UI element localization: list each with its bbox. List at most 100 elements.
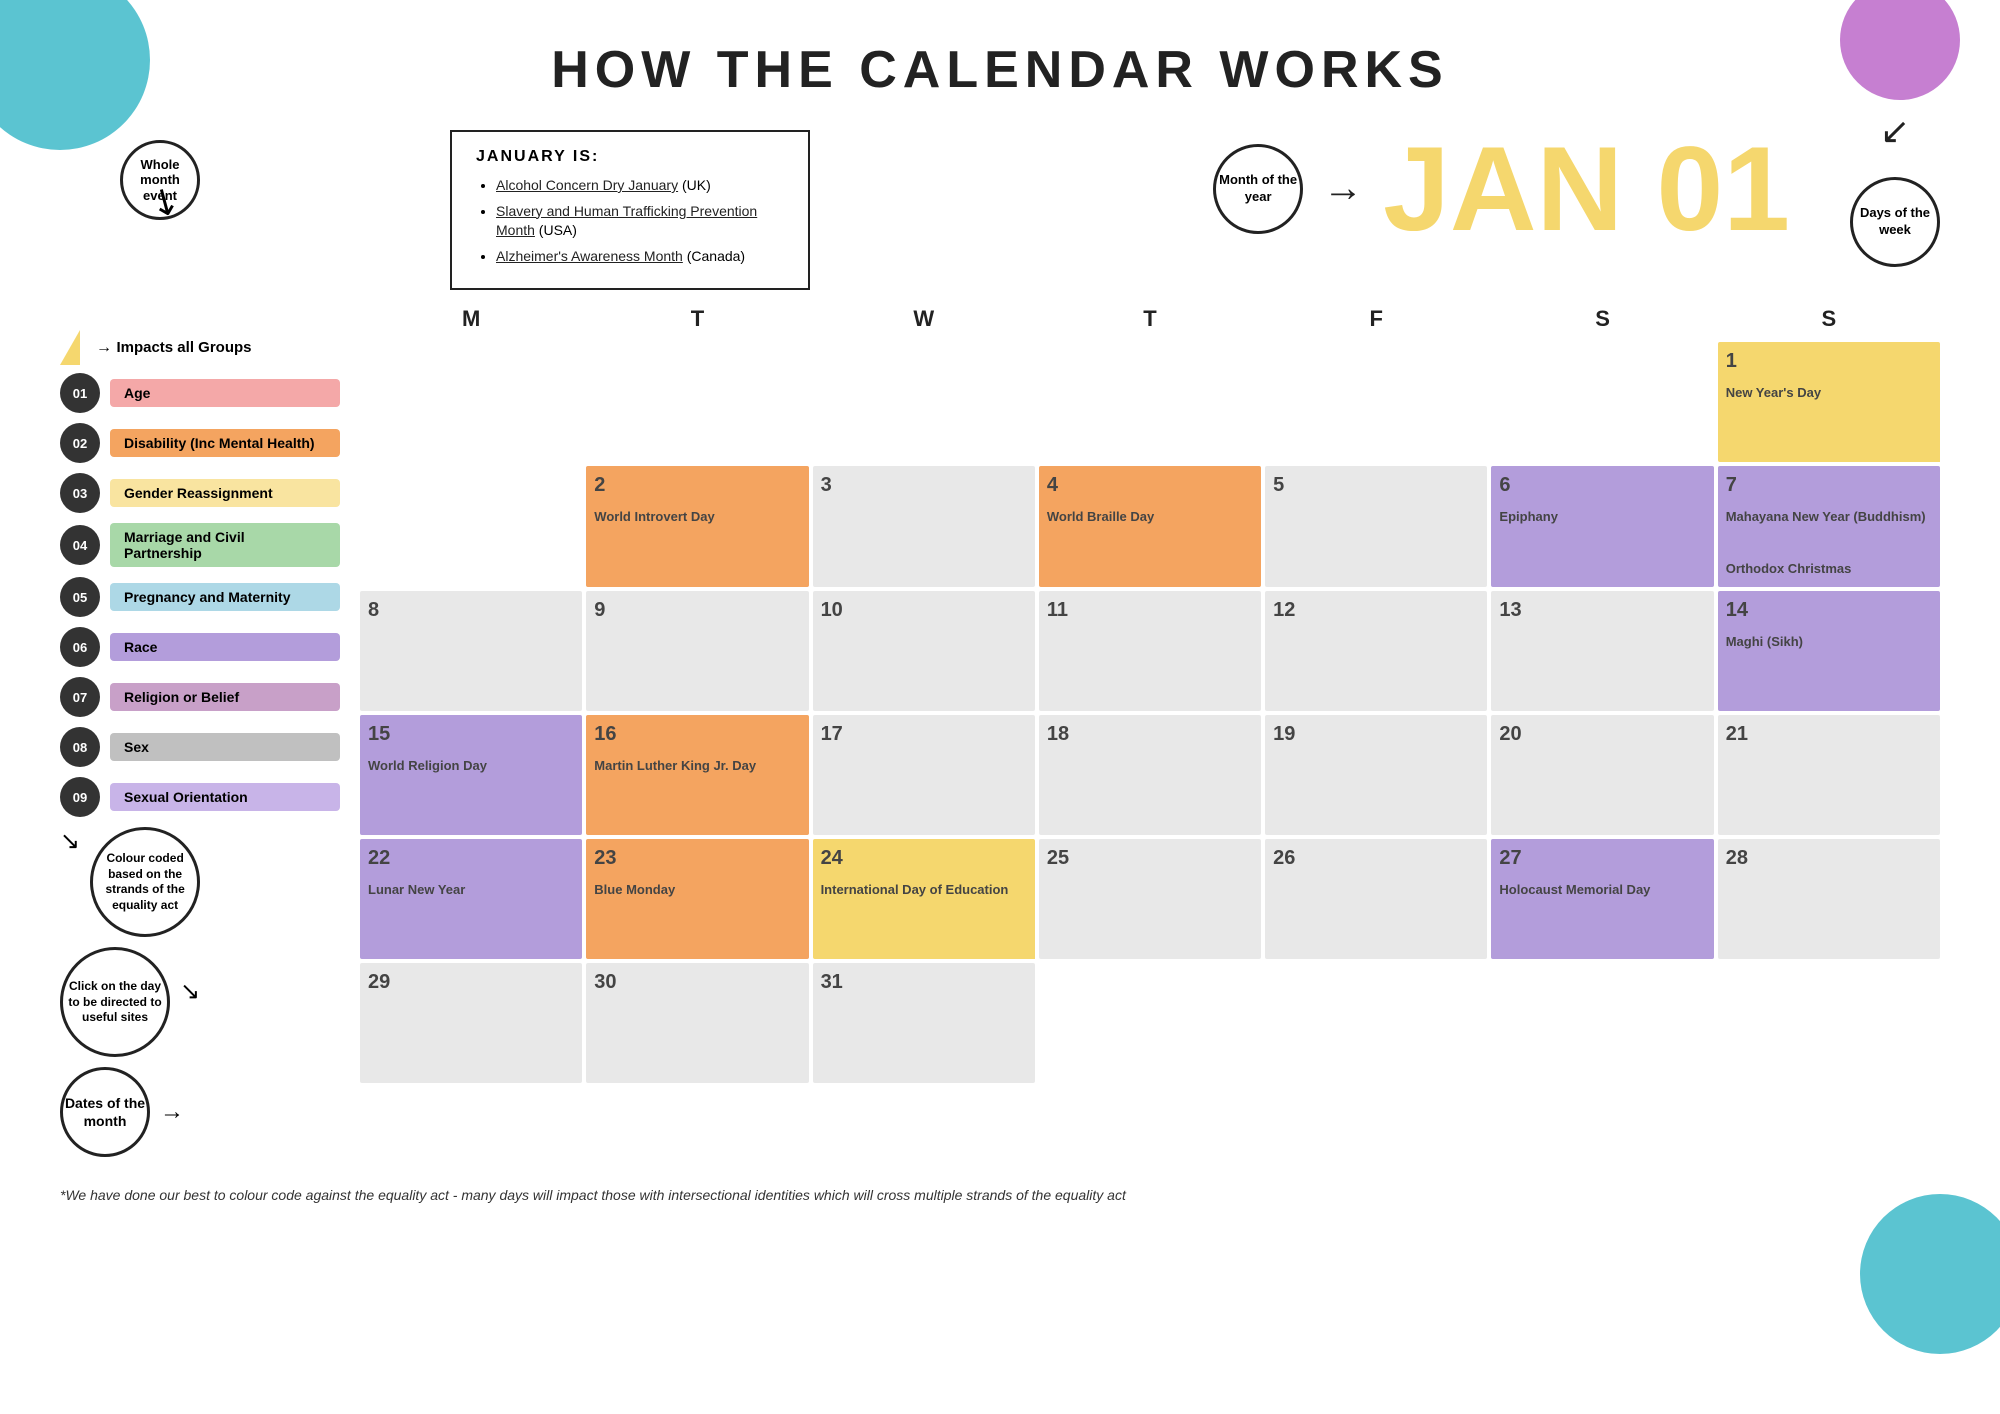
cal-cell-day-12[interactable]: 12 xyxy=(1265,591,1487,711)
yellow-triangle-icon xyxy=(60,330,80,365)
cal-cell-day-11[interactable]: 11 xyxy=(1039,591,1261,711)
cal-cell-day-15[interactable]: 15World Religion Day xyxy=(360,715,582,835)
legend-num: 02 xyxy=(60,423,100,463)
cal-cell-day-22[interactable]: 22Lunar New Year xyxy=(360,839,582,959)
jan-01-display: JAN 01 xyxy=(1383,129,1790,249)
calendar-row-3: 891011121314Maghi (Sikh) xyxy=(360,591,1940,711)
legend-item: 04 Marriage and Civil Partnership xyxy=(60,523,340,567)
legend-label: Sex xyxy=(110,733,340,761)
cal-cell-empty xyxy=(360,342,582,462)
january-event-2[interactable]: Slavery and Human Trafficking Prevention… xyxy=(496,202,784,241)
legend-label: Age xyxy=(110,379,340,407)
legend-num: 08 xyxy=(60,727,100,767)
cal-header-cell: M xyxy=(360,300,582,338)
calendar-header: MTWTFSS xyxy=(360,300,1940,338)
january-heading: JANUARY IS: xyxy=(476,148,784,166)
alzheimers-link[interactable]: Alzheimer's Awareness Month xyxy=(496,248,683,264)
cal-cell-day-20[interactable]: 20 xyxy=(1491,715,1713,835)
cal-cell-day-29[interactable]: 29 xyxy=(360,963,582,1083)
cal-cell-day-1[interactable]: 1 New Year's Day xyxy=(1718,342,1940,462)
legend-item: 09 Sexual Orientation xyxy=(60,777,340,817)
cal-cell-day-8[interactable]: 8 xyxy=(360,591,582,711)
cal-cell-day-26[interactable]: 26 xyxy=(1265,839,1487,959)
month-of-year-bubble: Month of the year xyxy=(1213,144,1303,234)
cal-cell-day-4[interactable]: 4World Braille Day xyxy=(1039,466,1261,587)
cal-cell-day-17[interactable]: 17 xyxy=(813,715,1035,835)
cal-cell-day-21[interactable]: 21 xyxy=(1718,715,1940,835)
cal-cell-empty xyxy=(586,342,808,462)
cal-cell-day-14[interactable]: 14Maghi (Sikh) xyxy=(1718,591,1940,711)
click-arrow: ↘ xyxy=(180,977,200,1006)
cal-cell-empty xyxy=(360,466,582,587)
legend-item: 03 Gender Reassignment xyxy=(60,473,340,513)
cal-cell-day-6[interactable]: 6Epiphany xyxy=(1491,466,1713,587)
cal-cell-day-16[interactable]: 16Martin Luther King Jr. Day xyxy=(586,715,808,835)
cal-header-cell: T xyxy=(1039,300,1261,338)
legend-num: 04 xyxy=(60,525,100,565)
legend-item: 05 Pregnancy and Maternity xyxy=(60,577,340,617)
legend-num: 03 xyxy=(60,473,100,513)
cal-cell-empty xyxy=(1039,342,1261,462)
cal-cell-day-25[interactable]: 25 xyxy=(1039,839,1261,959)
cal-cell-day-3[interactable]: 3 xyxy=(813,466,1035,587)
impacts-annotation: → Impacts all Groups xyxy=(60,330,340,365)
legend-item: 02 Disability (Inc Mental Health) xyxy=(60,423,340,463)
cal-cell-day-27[interactable]: 27Holocaust Memorial Day xyxy=(1491,839,1713,959)
cal-header-cell: F xyxy=(1265,300,1487,338)
colour-annotation-area: ↖ Colour coded based on the strands of t… xyxy=(60,827,340,937)
cal-cell-day-5[interactable]: 5 xyxy=(1265,466,1487,587)
cal-cell-day-9[interactable]: 9 xyxy=(586,591,808,711)
trafficking-link[interactable]: Slavery and Human Trafficking Prevention… xyxy=(496,203,757,239)
legend-label: Disability (Inc Mental Health) xyxy=(110,429,340,457)
corner-triangle-icon xyxy=(1005,929,1035,959)
cal-cell-day-13[interactable]: 13 xyxy=(1491,591,1713,711)
legend-num: 01 xyxy=(60,373,100,413)
days-of-week-bubble: Days of the week xyxy=(1850,177,1940,267)
cal-header-cell: W xyxy=(813,300,1035,338)
legend-num: 07 xyxy=(60,677,100,717)
cal-cell-day-24[interactable]: 24International Day of Education xyxy=(813,839,1035,959)
cal-cell-empty xyxy=(1718,963,1940,1083)
cal-cell-day-31[interactable]: 31 xyxy=(813,963,1035,1083)
cal-cell-empty xyxy=(1039,963,1261,1083)
january-event-1[interactable]: Alcohol Concern Dry January (UK) xyxy=(496,176,784,196)
legend-label: Gender Reassignment xyxy=(110,479,340,507)
calendar-section: → Impacts all Groups 01 Age 02 Disabilit… xyxy=(0,290,2000,1167)
page-title: HOW THE CALENDAR WORKS xyxy=(0,0,2000,120)
cal-header-cell: S xyxy=(1491,300,1713,338)
cal-cell-day-7[interactable]: 7Mahayana New Year (Buddhism)Orthodox Ch… xyxy=(1718,466,1940,587)
legend-label: Marriage and Civil Partnership xyxy=(110,523,340,567)
january-events-list: Alcohol Concern Dry January (UK) Slavery… xyxy=(476,176,784,266)
click-annotation-bubble: Click on the day to be directed to usefu… xyxy=(60,947,170,1057)
month-display: Month of the year → JAN 01 ↙ Days of the… xyxy=(840,110,1940,267)
cal-cell-day-28[interactable]: 28 xyxy=(1718,839,1940,959)
legend-item: 08 Sex xyxy=(60,727,340,767)
dry-january-link[interactable]: Alcohol Concern Dry January xyxy=(496,177,678,193)
cal-cell-day-10[interactable]: 10 xyxy=(813,591,1035,711)
legend: → Impacts all Groups 01 Age 02 Disabilit… xyxy=(60,300,340,1157)
legend-item: 06 Race xyxy=(60,627,340,667)
dates-annotation-area: Dates of the month → xyxy=(60,1067,340,1157)
footnote: *We have done our best to colour code ag… xyxy=(0,1177,2000,1213)
corner-triangle-icon xyxy=(1910,432,1940,462)
cal-cell-day-2[interactable]: 2World Introvert Day xyxy=(586,466,808,587)
legend-item: 01 Age xyxy=(60,373,340,413)
legend-items: 01 Age 02 Disability (Inc Mental Health)… xyxy=(60,373,340,817)
legend-label: Religion or Belief xyxy=(110,683,340,711)
dates-annotation-bubble: Dates of the month xyxy=(60,1067,150,1157)
cal-cell-day-23[interactable]: 23Blue Monday xyxy=(586,839,808,959)
january-event-3[interactable]: Alzheimer's Awareness Month (Canada) xyxy=(496,247,784,267)
legend-num: 05 xyxy=(60,577,100,617)
cal-cell-day-30[interactable]: 30 xyxy=(586,963,808,1083)
cal-cell-empty xyxy=(813,342,1035,462)
cal-cell-empty xyxy=(1491,342,1713,462)
calendar-row-4: 15World Religion Day16Martin Luther King… xyxy=(360,715,1940,835)
cal-cell-empty xyxy=(1265,963,1487,1083)
calendar-row-6: 293031 xyxy=(360,963,1940,1083)
cal-cell-day-19[interactable]: 19 xyxy=(1265,715,1487,835)
cal-cell-day-18[interactable]: 18 xyxy=(1039,715,1261,835)
colour-annotation-bubble: Colour coded based on the strands of the… xyxy=(90,827,200,937)
days-arrow: ↙ xyxy=(1880,110,1910,152)
legend-item: 07 Religion or Belief xyxy=(60,677,340,717)
calendar-row-1: 1 New Year's Day xyxy=(360,342,1940,462)
